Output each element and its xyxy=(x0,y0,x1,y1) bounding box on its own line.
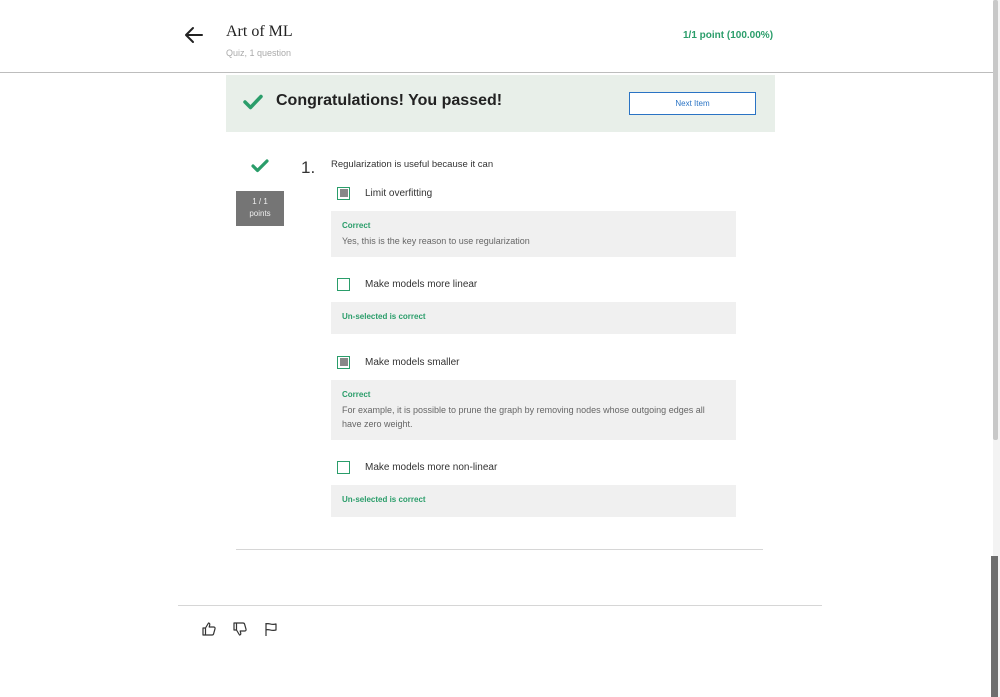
feedback-box: Un-selected is correct xyxy=(331,302,736,334)
thumbs-up-icon[interactable] xyxy=(201,621,217,637)
feedback-box: Un-selected is correct xyxy=(331,485,736,517)
feedback-title: Un-selected is correct xyxy=(342,495,426,504)
feedback-title: Correct xyxy=(342,221,371,230)
content-divider xyxy=(236,549,763,550)
flag-icon[interactable] xyxy=(263,621,279,637)
answer-option[interactable]: Limit overfitting xyxy=(337,185,432,201)
scrollbar-thumb[interactable] xyxy=(993,0,998,440)
page-title: Art of ML xyxy=(226,23,293,40)
option-checkbox-checked[interactable] xyxy=(337,186,350,200)
feedback-title: Correct xyxy=(342,390,371,399)
feedback-text: For example, it is possible to prune the… xyxy=(342,405,705,429)
question-correct-icon xyxy=(251,159,269,173)
answer-option[interactable]: Make models more linear xyxy=(337,276,477,292)
feedback-title: Un-selected is correct xyxy=(342,312,426,321)
feedback-box: Correct Yes, this is the key reason to u… xyxy=(331,211,736,257)
option-label: Make models smaller xyxy=(365,356,460,368)
option-checkbox[interactable] xyxy=(337,460,350,474)
pass-banner: Congratulations! You passed! Next Item xyxy=(226,75,775,132)
answer-option[interactable]: Make models more non-linear xyxy=(337,459,497,475)
quiz-header: Art of ML Quiz, 1 question 1/1 point (10… xyxy=(0,0,993,73)
footer-divider xyxy=(178,605,822,606)
question-text: Regularization is useful because it can xyxy=(331,159,494,170)
back-arrow-icon[interactable] xyxy=(183,24,205,46)
points-value: 1 / 1 xyxy=(252,197,268,206)
quiz-subtitle: Quiz, 1 question xyxy=(226,48,292,58)
option-label: Make models more non-linear xyxy=(365,461,498,473)
thumbs-down-icon[interactable] xyxy=(232,621,248,637)
question-number: 1. xyxy=(301,158,316,177)
feedback-text: Yes, this is the key reason to use regul… xyxy=(342,236,530,246)
option-label: Make models more linear xyxy=(365,278,478,290)
option-checkbox-checked[interactable] xyxy=(337,355,350,369)
answer-option[interactable]: Make models smaller xyxy=(337,354,459,370)
option-checkbox[interactable] xyxy=(337,277,350,291)
points-label: points xyxy=(249,209,271,218)
option-label: Limit overfitting xyxy=(365,187,433,199)
scrollbar-thumb-secondary[interactable] xyxy=(991,556,998,697)
feedback-box: Correct For example, it is possible to p… xyxy=(331,380,736,440)
checkmark-icon xyxy=(243,94,263,110)
pass-message: Congratulations! You passed! xyxy=(276,92,503,109)
score-summary: 1/1 point (100.00%) xyxy=(683,30,774,41)
points-badge: 1 / 1 points xyxy=(236,191,284,226)
next-item-button[interactable]: Next Item xyxy=(629,92,756,115)
